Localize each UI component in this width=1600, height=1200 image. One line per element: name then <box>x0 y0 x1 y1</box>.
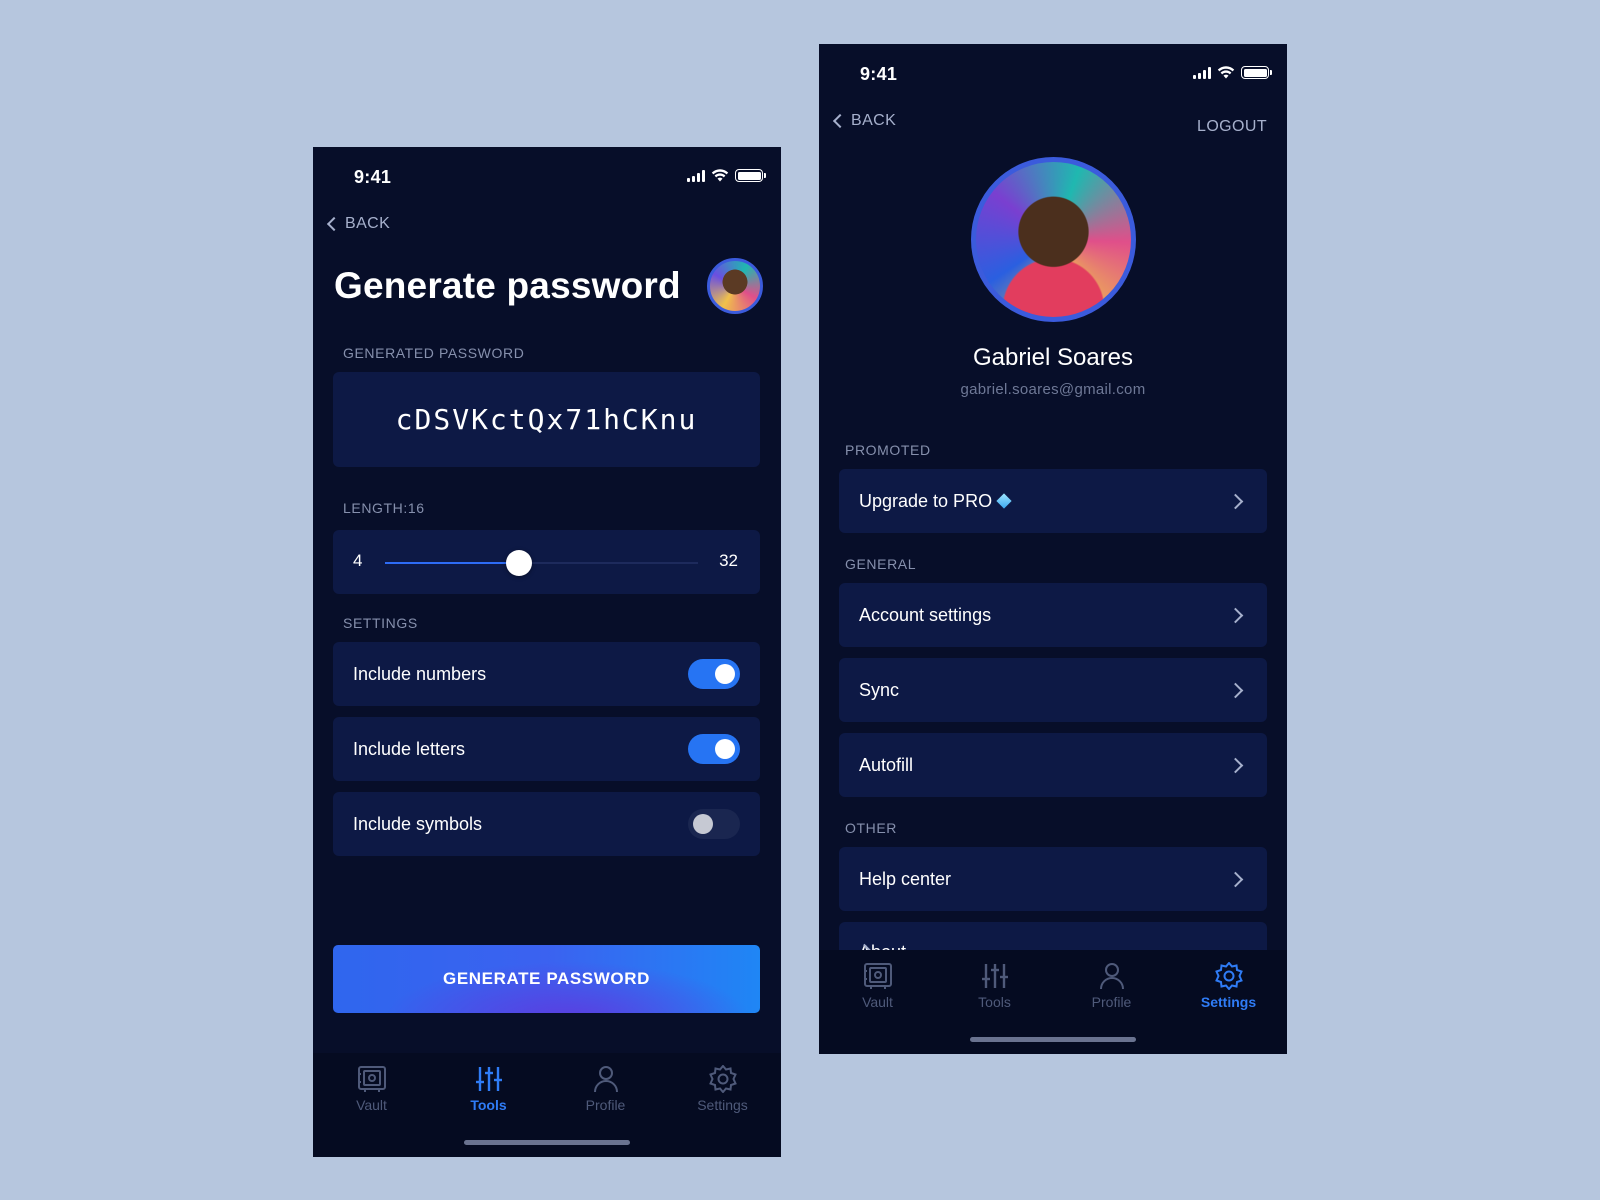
wifi-icon <box>1217 66 1235 79</box>
profile-avatar[interactable] <box>971 157 1136 322</box>
include-numbers-toggle[interactable] <box>688 659 740 689</box>
include-letters-row: Include letters <box>333 717 760 781</box>
generate-password-button[interactable]: GENERATE PASSWORD <box>333 945 760 1013</box>
slider-max-label: 32 <box>719 551 738 570</box>
menu-item-label: Account settings <box>859 604 992 625</box>
menu-item-label: Autofill <box>859 754 914 775</box>
tools-icon <box>980 962 1010 990</box>
settings-screen: 9:41 BACK LOGOUT Gabriel Soares gabriel.… <box>819 44 1287 1054</box>
generated-password-value[interactable]: cDSVKctQx71hCKnu <box>396 403 698 436</box>
tab-settings[interactable]: Settings <box>664 1065 781 1123</box>
battery-icon <box>1241 66 1272 79</box>
profile-name: Gabriel Soares <box>972 344 1134 371</box>
wifi-icon <box>711 169 729 182</box>
include-symbols-toggle[interactable] <box>688 809 740 839</box>
upgrade-label: Upgrade to PRO <box>859 490 993 511</box>
status-time: 9:41 <box>860 64 898 84</box>
chevron-right-icon <box>1227 607 1244 623</box>
signal-icon <box>1193 66 1211 79</box>
back-button[interactable]: BACK <box>325 215 390 233</box>
tab-tools[interactable]: Tools <box>430 1065 547 1123</box>
settings-label: SETTINGS <box>343 615 418 631</box>
status-icons <box>1193 66 1272 79</box>
vault-icon <box>863 962 893 990</box>
include-letters-toggle[interactable] <box>688 734 740 764</box>
length-slider-thumb[interactable] <box>506 550 533 576</box>
chevron-right-icon <box>1227 757 1244 773</box>
status-icons <box>687 169 766 182</box>
menu-item-sync[interactable]: Sync <box>839 658 1267 722</box>
tab-profile[interactable]: Profile <box>1053 962 1170 1020</box>
home-indicator <box>970 1037 1136 1042</box>
profile-icon <box>1097 962 1127 990</box>
gear-icon <box>708 1065 738 1093</box>
tab-label: Settings <box>697 1097 748 1113</box>
logout-button[interactable]: LOGOUT <box>1197 118 1267 136</box>
chevron-left-icon <box>326 216 342 232</box>
menu-item-autofill[interactable]: Autofill <box>839 733 1267 797</box>
menu-item-label: Help center <box>859 868 952 889</box>
tools-icon <box>474 1065 504 1093</box>
profile-icon <box>591 1065 621 1093</box>
tab-settings[interactable]: Settings <box>1170 962 1287 1020</box>
vault-icon <box>357 1065 387 1093</box>
toggle-label: Include numbers <box>353 663 487 684</box>
status-bar: 9:41 <box>313 147 781 207</box>
length-slider-fill <box>385 562 520 564</box>
tab-tools[interactable]: Tools <box>936 962 1053 1020</box>
tab-label: Profile <box>1091 994 1132 1010</box>
tab-label: Profile <box>585 1097 626 1113</box>
length-slider-track[interactable] <box>385 550 698 576</box>
battery-icon <box>735 169 766 182</box>
tab-label: Vault <box>862 994 893 1010</box>
status-time: 9:41 <box>354 167 392 187</box>
tab-bar: Vault Tools Profile Settings <box>819 950 1287 1054</box>
signal-icon <box>687 169 705 182</box>
include-numbers-row: Include numbers <box>333 642 760 706</box>
general-label: GENERAL <box>845 556 917 572</box>
chevron-right-icon <box>1227 871 1244 887</box>
menu-item-account-settings[interactable]: Account settings <box>839 583 1267 647</box>
slider-min-label: 4 <box>353 551 363 570</box>
tab-bar: Vault Tools Profile Settings <box>313 1053 781 1157</box>
gear-icon <box>1214 962 1244 990</box>
tab-label: Vault <box>356 1097 387 1113</box>
generated-password-card[interactable]: cDSVKctQx71hCKnu <box>333 372 760 467</box>
length-label: LENGTH:16 <box>343 500 425 516</box>
chevron-left-icon <box>832 113 848 129</box>
chevron-right-icon <box>1227 493 1244 509</box>
tab-vault[interactable]: Vault <box>313 1065 430 1123</box>
generated-password-label: GENERATED PASSWORD <box>343 345 525 361</box>
promoted-label: PROMOTED <box>845 442 931 458</box>
toggle-label: Include symbols <box>353 813 483 834</box>
back-label: BACK <box>851 112 897 129</box>
tab-label: Tools <box>978 994 1011 1010</box>
back-button[interactable]: BACK <box>831 112 896 130</box>
diamond-icon <box>996 493 1012 509</box>
include-symbols-row: Include symbols <box>333 792 760 856</box>
generate-password-screen: 9:41 BACK Generate password GENERATED PA… <box>313 147 781 1157</box>
avatar[interactable] <box>707 258 763 314</box>
page-title: Generate password <box>334 265 681 306</box>
menu-item-about[interactable]: About <box>839 922 1267 952</box>
toggle-label: Include letters <box>353 738 466 759</box>
tab-vault[interactable]: Vault <box>819 962 936 1020</box>
chevron-right-icon <box>1227 682 1244 698</box>
length-slider-card: 4 32 <box>333 530 760 594</box>
menu-item-label: Sync <box>859 679 900 700</box>
tab-label: Tools <box>470 1097 507 1113</box>
status-bar: 9:41 <box>819 44 1287 104</box>
profile-email: gabriel.soares@gmail.com <box>960 381 1146 398</box>
tab-label: Settings <box>1200 994 1257 1010</box>
menu-item-label: Upgrade to PRO <box>859 490 1012 512</box>
tab-profile[interactable]: Profile <box>547 1065 664 1123</box>
menu-item-upgrade-pro[interactable]: Upgrade to PRO <box>839 469 1267 533</box>
menu-item-help-center[interactable]: Help center <box>839 847 1267 911</box>
home-indicator <box>464 1140 630 1145</box>
back-label: BACK <box>345 215 391 232</box>
other-label: OTHER <box>845 820 897 836</box>
